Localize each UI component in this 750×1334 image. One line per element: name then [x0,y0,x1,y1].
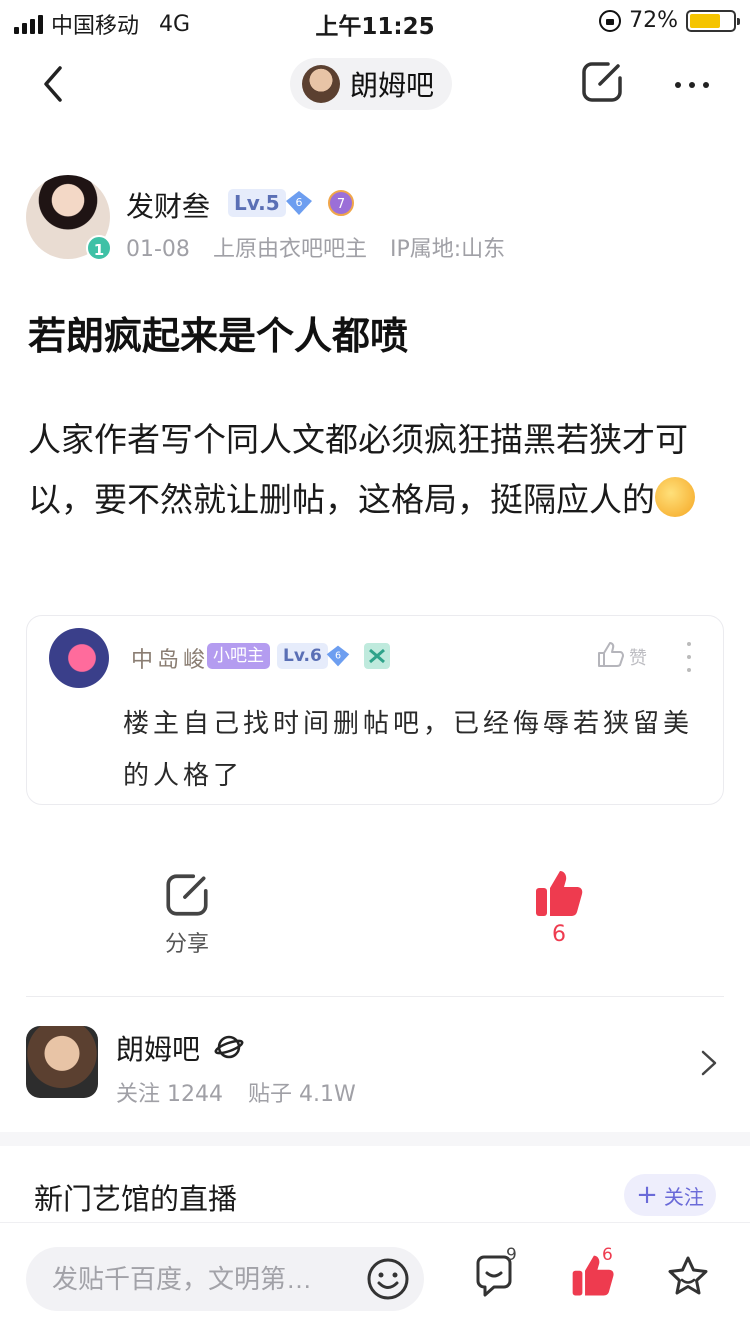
chevron-right-icon [701,1050,717,1076]
commenter-level-badge: Lv.6 [277,643,328,669]
section-separator [0,1132,750,1146]
comment-like-label[interactable]: 赞 [629,644,647,670]
avatar-level-badge: 1 [86,235,112,261]
forum-avatar [26,1026,98,1098]
favorite-button[interactable] [664,1253,714,1303]
share-label: 分享 [164,932,209,957]
status-right: 72% [599,8,740,33]
author-level-badge: Lv.5 [228,189,286,217]
back-button[interactable] [36,62,76,106]
forum-pill-name: 朗姆吧 [350,69,435,102]
author-avatar[interactable]: 1 [26,175,112,261]
moderator-tag: 小吧主 [207,643,270,669]
forum-follow-stat: 关注 1244 [116,1082,223,1107]
forum-stats: 关注 1244 贴子 4.1W [116,1076,374,1108]
forum-card[interactable]: 朗姆吧 关注 1244 贴子 4.1W [26,1024,726,1107]
commenter-special-badge-icon [364,643,390,669]
divider [26,996,724,997]
author-header: 1 发财叁 Lv.5 6 7 01-08 上原由衣吧吧主 IP属地:山东 [26,175,726,265]
rank-badge: 7 [326,189,356,217]
battery-percent: 72% [629,8,678,33]
orientation-lock-icon [599,9,622,32]
ip-location: IP属地:山东 [389,237,506,262]
author-meta: 01-08 上原由衣吧吧主 IP属地:山东 [126,231,521,263]
bottom-like-button[interactable]: 6 [570,1245,620,1303]
svg-text:6: 6 [296,196,303,209]
author-name[interactable]: 发财叁 [126,185,210,225]
share-icon [166,874,208,916]
follow-button[interactable]: + 关注 [624,1174,716,1216]
post-body: 人家作者写个同人文都必须疯狂描黑若狭才可以，要不然就让删帖，这格局，挺隔应人的 [28,410,728,530]
like-count: 6 [552,922,566,947]
battery-icon [686,9,740,32]
comment-count: 9 [506,1245,517,1265]
follow-label: 关注 [663,1184,704,1209]
comment-text: 楼主自己找时间删帖吧，已经侮辱若狭留美的人格了 [123,709,694,791]
comment-more-button[interactable] [679,642,699,672]
edit-button[interactable] [578,58,626,106]
edit-icon [582,62,622,102]
share-button[interactable]: 分享 [154,870,220,958]
commenter-avatar[interactable] [49,628,109,688]
reply-input[interactable] [26,1247,424,1311]
emoji-icon[interactable] [366,1257,410,1301]
featured-comment[interactable]: 中岛峻 小吧主 Lv.6 6 赞 楼主自己找时间删帖吧，已经侮辱若狭留美的人格了 [26,615,724,805]
post-body-text: 人家作者写个同人文都必须疯狂描黑若狭才可以，要不然就让删帖，这格局，挺隔应人的 [28,420,688,519]
post-date: 01-08 [126,237,190,262]
live-section-title: 新门艺馆的直播 [34,1182,238,1216]
commenter-gem-icon: 6 [326,645,350,667]
planet-icon [214,1035,244,1059]
bottom-like-count: 6 [602,1245,613,1265]
comment-button[interactable]: 9 [472,1245,522,1303]
forum-pill[interactable]: 朗姆吧 [290,58,453,110]
plus-icon: + [636,1180,658,1210]
cover-mouth-emoji-icon [655,477,695,517]
svg-text:6: 6 [335,651,341,662]
forum-post-stat: 贴子 4.1W [247,1082,356,1107]
like-button[interactable]: 6 [526,868,592,947]
more-button[interactable] [668,70,716,100]
post-title: 若朗疯起来是个人都喷 [28,314,409,358]
back-icon [44,66,62,102]
forum-avatar-small [302,65,340,103]
nav-bar: 朗姆吧 [0,50,750,116]
forum-name: 朗姆吧 [116,1033,201,1066]
more-icon [675,82,681,88]
more-vertical-icon [687,642,691,646]
gem-badge: 6 [284,189,314,217]
commenter-name[interactable]: 中岛峻 [131,642,209,674]
svg-text:7: 7 [337,197,345,212]
thumbs-up-icon [536,871,583,916]
status-bar: 中国移动 4G 上午11:25 72% [0,0,750,42]
star-icon [668,1256,708,1295]
bottom-bar: 9 6 [0,1222,750,1334]
battery-fill [690,13,721,28]
author-role: 上原由衣吧吧主 [212,237,367,262]
comment-like-icon[interactable] [595,640,625,670]
